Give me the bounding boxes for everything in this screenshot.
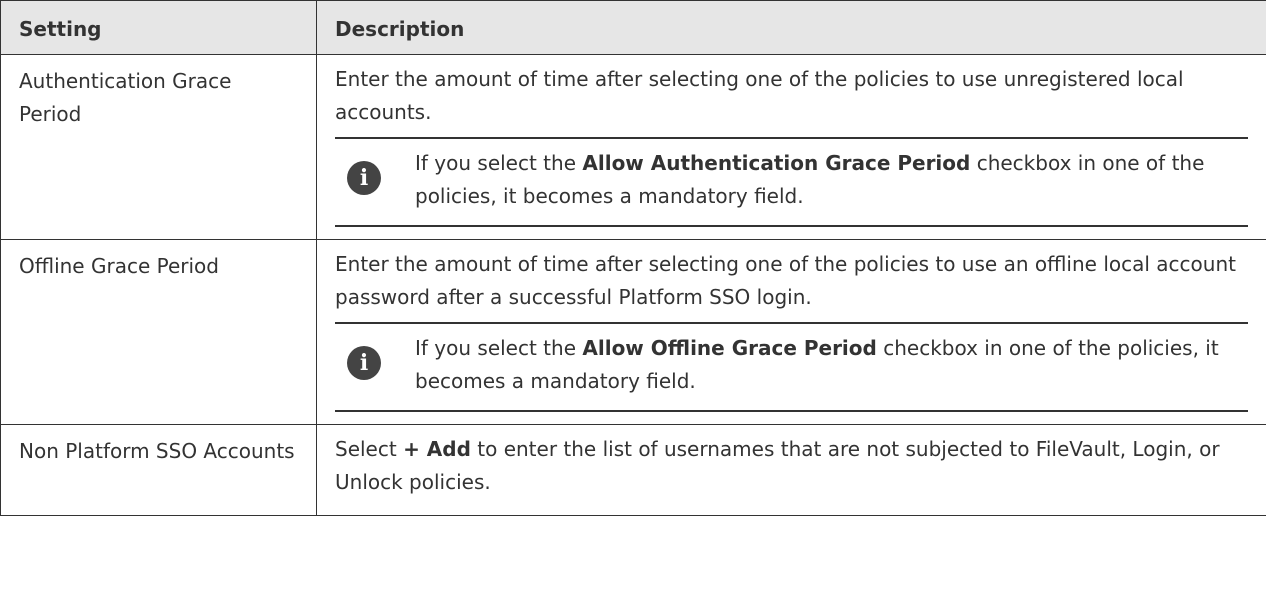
setting-description: Enter the amount of time after selecting… [335, 252, 1236, 309]
column-header-setting: Setting [0, 0, 317, 55]
info-icon: i [347, 161, 381, 195]
note-box: i If you select the Allow Offline Grace … [335, 322, 1248, 412]
note-text: If you select the Allow Offline Grace Pe… [415, 336, 1219, 393]
settings-table: Setting Description Authentication Grace… [0, 0, 1266, 516]
setting-description-cell: Enter the amount of time after selecting… [316, 54, 1266, 240]
table-row: Non Platform SSO Accounts Select + Add t… [0, 424, 1266, 516]
table-row: Offline Grace Period Enter the amount of… [0, 239, 1266, 425]
setting-description: Enter the amount of time after selecting… [335, 67, 1184, 124]
note-text: If you select the Allow Authentication G… [415, 151, 1204, 208]
setting-name: Non Platform SSO Accounts [0, 424, 317, 516]
note-text-pre: If you select the [415, 336, 583, 360]
column-header-description: Description [316, 0, 1266, 55]
note-text-bold: Allow Authentication Grace Period [582, 151, 971, 175]
note-text-bold: Allow Offline Grace Period [582, 336, 877, 360]
description-pre: Select [335, 437, 404, 461]
note-text-pre: If you select the [415, 151, 583, 175]
add-button-reference: + Add [403, 437, 471, 461]
setting-description: Select + Add to enter the list of userna… [335, 433, 1248, 507]
setting-name: Authentication Grace Period [0, 54, 317, 240]
note-box: i If you select the Allow Authentication… [335, 137, 1248, 227]
table-row: Authentication Grace Period Enter the am… [0, 54, 1266, 240]
setting-description-cell: Enter the amount of time after selecting… [316, 239, 1266, 425]
table-header-row: Setting Description [0, 0, 1266, 55]
setting-description-cell: Select + Add to enter the list of userna… [316, 424, 1266, 516]
info-icon: i [347, 346, 381, 380]
setting-name: Offline Grace Period [0, 239, 317, 425]
